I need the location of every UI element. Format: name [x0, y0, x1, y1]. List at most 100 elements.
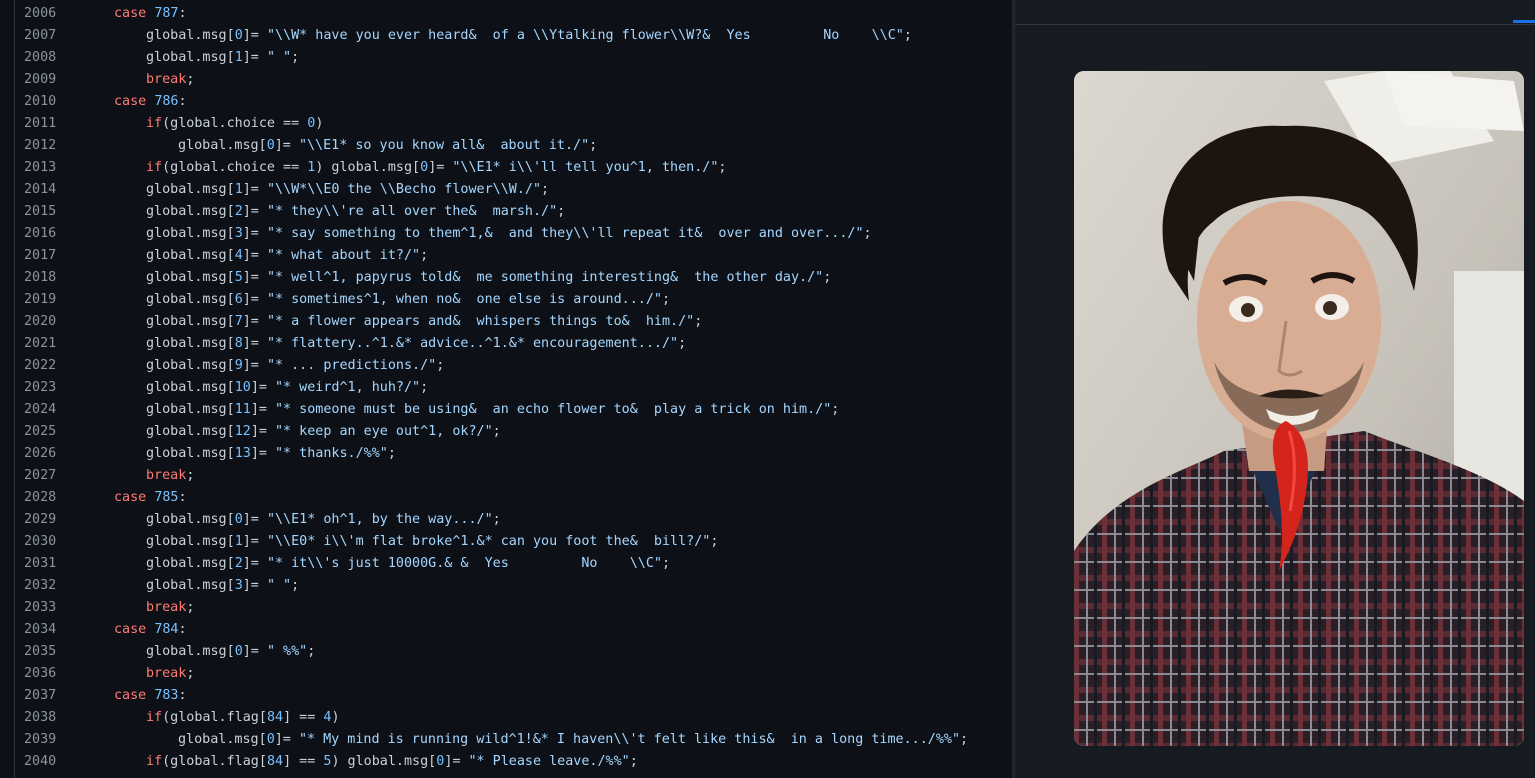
line-number: 2027 — [24, 468, 57, 483]
code-text: global.msg[0]= "* My mind is running wil… — [178, 729, 968, 751]
code-line[interactable]: 2027 break; — [0, 465, 1012, 487]
code-token: "* sometimes^1, when no& one else is aro… — [266, 292, 662, 307]
code-line[interactable]: 2016 global.msg[3]= "* say something to t… — [0, 223, 1012, 245]
code-token: ; — [436, 358, 445, 373]
code-token: "\\E1* i\\'ll tell you^1, then./" — [452, 160, 719, 175]
code-token: ) — [331, 710, 340, 725]
code-editor[interactable]: 2006 case 787: 2007 global.msg[0]= "\\W* ha… — [0, 0, 1012, 778]
code-token: ; — [678, 336, 687, 351]
code-text: global.msg[1]= "\\E0* i\\'m flat broke^1… — [146, 531, 718, 553]
code-token: "\\W*\\E0 the \\Becho flower\\W./" — [266, 182, 542, 197]
code-line[interactable]: 2010 case 786: — [0, 91, 1012, 113]
code-token: "\\E0* i\\'m flat broke^1.&* can you foo… — [266, 534, 711, 549]
code-token: global.msg[ — [146, 270, 235, 285]
code-token: ; — [661, 556, 671, 571]
code-line[interactable]: 2028 case 785: — [0, 487, 1012, 509]
code-token: 8 — [234, 336, 243, 351]
code-token: global.msg[ — [146, 182, 235, 197]
line-number: 2020 — [24, 314, 57, 329]
code-token: 1 — [234, 50, 243, 65]
line-number: 2035 — [24, 644, 57, 659]
code-token: 7 — [234, 314, 243, 329]
code-token: global.msg[ — [146, 28, 235, 43]
code-token: "* say something to them^1,& and they\\'… — [266, 226, 864, 241]
code-token: (global.flag[ — [162, 754, 267, 769]
code-line[interactable]: 2040 if(global.flag[84] == 5) global.msg[… — [0, 751, 1012, 773]
code-line[interactable]: 2034 case 784: — [0, 619, 1012, 641]
code-text: global.msg[13]= "* thanks./%%"; — [146, 443, 396, 465]
code-line[interactable]: 2013 if(global.choice == 1) global.msg[0]… — [0, 157, 1012, 179]
code-line[interactable]: 2014 global.msg[1]= "\\W*\\E0 the \\Becho… — [0, 179, 1012, 201]
code-token: if — [146, 710, 163, 725]
code-token: 6 — [234, 292, 243, 307]
code-token: 783 — [154, 688, 179, 703]
code-line[interactable]: 2021 global.msg[8]= "* flattery..^1.&* ad… — [0, 333, 1012, 355]
code-line[interactable]: 2008 global.msg[1]= " "; — [0, 47, 1012, 69]
code-line[interactable]: 2026 global.msg[13]= "* thanks./%%"; — [0, 443, 1012, 465]
code-text: global.msg[4]= "* what about it?/"; — [146, 245, 428, 267]
line-number: 2018 — [24, 270, 57, 285]
code-line[interactable]: 2025 global.msg[12]= "* keep an eye out^1… — [0, 421, 1012, 443]
line-number: 2038 — [24, 710, 57, 725]
code-token: ; — [291, 50, 300, 65]
code-token: global.msg[ — [178, 732, 267, 747]
code-text: global.msg[2]= "* they\\'re all over the… — [146, 201, 565, 223]
code-line[interactable]: 2022 global.msg[9]= "* ... predictions./"… — [0, 355, 1012, 377]
code-line[interactable]: 2020 global.msg[7]= "* a flower appears a… — [0, 311, 1012, 333]
code-text: global.msg[0]= " %%"; — [146, 641, 315, 663]
line-number: 2037 — [24, 688, 57, 703]
code-token: 1 — [234, 182, 243, 197]
code-line[interactable]: 2012 global.msg[0]= "\\E1* so you know al… — [0, 135, 1012, 157]
code-line[interactable]: 2033 break; — [0, 597, 1012, 619]
code-line[interactable]: 2023 global.msg[10]= "* weird^1, huh?/"; — [0, 377, 1012, 399]
code-token: : — [178, 688, 187, 703]
code-token: "\\E1* oh^1, by the way.../" — [266, 512, 493, 527]
code-line[interactable]: 2035 global.msg[0]= " %%"; — [0, 641, 1012, 663]
code-line[interactable]: 2018 global.msg[5]= "* well^1, papyrus to… — [0, 267, 1012, 289]
code-line[interactable]: 2032 global.msg[3]= " "; — [0, 575, 1012, 597]
code-token: 84 — [266, 710, 284, 725]
code-line[interactable]: 2015 global.msg[2]= "* they\\'re all over… — [0, 201, 1012, 223]
code-text: global.msg[2]= "* it\\'s just 10000G.& &… — [146, 553, 670, 575]
line-number: 2030 — [24, 534, 57, 549]
code-token: global.msg[ — [146, 402, 235, 417]
photo-card — [1074, 71, 1524, 746]
code-token: ; — [186, 666, 195, 681]
code-token: global.msg[ — [146, 204, 235, 219]
code-token: ; — [492, 512, 501, 527]
code-token: ]= — [242, 28, 267, 43]
code-line[interactable]: 2006 case 787: — [0, 3, 1012, 25]
code-text: if(global.flag[84] == 5) global.msg[0]= … — [146, 751, 638, 773]
code-token: ; — [492, 424, 501, 439]
code-line[interactable]: 2009 break; — [0, 69, 1012, 91]
code-token: "\\E1* so you know all& about it./" — [298, 138, 590, 153]
code-token: ]= — [242, 50, 267, 65]
code-line[interactable]: 2036 break; — [0, 663, 1012, 685]
code-token: ; — [661, 292, 671, 307]
code-token: 9 — [234, 358, 243, 373]
code-line[interactable]: 2029 global.msg[0]= "\\E1* oh^1, by the w… — [0, 509, 1012, 531]
code-token: case — [114, 622, 155, 637]
code-token: ]= — [242, 314, 267, 329]
code-line[interactable]: 2017 global.msg[4]= "* what about it?/"; — [0, 245, 1012, 267]
code-token: ]= — [242, 578, 267, 593]
code-line[interactable]: 2030 global.msg[1]= "\\E0* i\\'m flat bro… — [0, 531, 1012, 553]
code-token: ]= — [274, 138, 299, 153]
code-token: 787 — [154, 6, 179, 21]
code-token: 0 — [266, 138, 275, 153]
code-token: ] == — [283, 710, 324, 725]
code-line[interactable]: 2037 case 783: — [0, 685, 1012, 707]
code-line[interactable]: 2011 if(global.choice == 0) — [0, 113, 1012, 135]
code-token: ) — [315, 116, 324, 131]
code-line[interactable]: 2038 if(global.flag[84] == 4) — [0, 707, 1012, 729]
code-line[interactable]: 2007 global.msg[0]= "\\W* have you ever h… — [0, 25, 1012, 47]
code-line[interactable]: 2024 global.msg[11]= "* someone must be u… — [0, 399, 1012, 421]
code-token: (global.choice == — [162, 116, 308, 131]
code-token: case — [114, 490, 155, 505]
code-token: ; — [387, 446, 396, 461]
code-line[interactable]: 2039 global.msg[0]= "* My mind is running… — [0, 729, 1012, 751]
line-number: 2024 — [24, 402, 57, 417]
code-line[interactable]: 2031 global.msg[2]= "* it\\'s just 10000G… — [0, 553, 1012, 575]
code-line[interactable]: 2019 global.msg[6]= "* sometimes^1, when … — [0, 289, 1012, 311]
code-token: global.msg[ — [146, 512, 235, 527]
